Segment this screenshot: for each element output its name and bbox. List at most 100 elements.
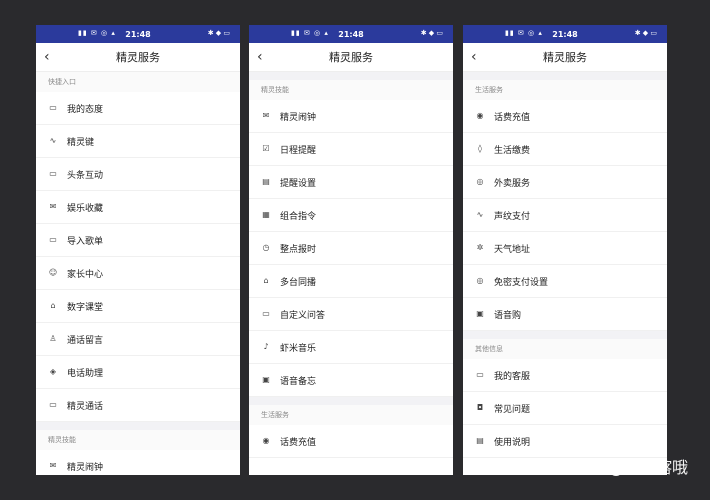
status-icons-left: ▮▮ ✉ ◎ ▴ [505,29,543,37]
status-time: 21:48 [338,29,364,39]
list-item-combined-commands[interactable]: ▦ 组合指令 [249,199,453,232]
status-bar: ▮▮ ✉ ◎ ▴ 21:48 ✱ ◆ ▭ [463,25,667,43]
item-label: 话费充值 [494,112,531,123]
section-divider [249,397,453,405]
list-item-headline-interaction[interactable]: ▭ 头条互动 [36,158,240,191]
mail-icon: ✉ [262,111,270,120]
list-item-import-playlist[interactable]: ▭ 导入歌单 [36,224,240,257]
item-label: 日程提醒 [280,145,317,156]
cart-icon: ▣ [476,309,484,318]
item-label: 声纹支付 [494,211,531,222]
item-label: 电话助理 [67,368,104,379]
list-item-phone-recharge[interactable]: ◉ 话费充值 [249,425,453,458]
item-label: 我的态度 [67,104,104,115]
list-item-genie-alarm[interactable]: ✉ 精灵闹钟 [36,450,240,475]
video-icon: ▭ [49,400,57,409]
item-label: 精灵通话 [67,401,104,412]
section-label: 快捷入口 [36,72,240,92]
item-label: 使用说明 [494,437,531,448]
list-item-voice-memo[interactable]: ▣ 语音备忘 [249,364,453,397]
chat-icon: ▭ [262,309,270,318]
item-label: 多台同播 [280,277,317,288]
section-label: 精灵技能 [36,430,240,450]
list-item-call-message[interactable]: ♙ 通话留言 [36,323,240,356]
item-label: 自定义问答 [280,310,326,321]
section-label: 生活服务 [463,80,667,100]
status-icons-right: ✱ ◆ ▭ [420,29,443,37]
list-item-parent-center[interactable]: ☺ 家长中心 [36,257,240,290]
wave-icon: ∿ [476,210,484,219]
assistant-icon: ◈ [49,367,57,376]
page-title: 精灵服务 [329,51,373,64]
list-item-genie-call[interactable]: ▭ 精灵通话 [36,389,240,422]
list-item-weather-address[interactable]: ✲ 天气地址 [463,232,667,265]
mail-icon: ✉ [49,202,57,211]
app-header: ‹ 精灵服务 [463,43,667,72]
status-icons-left: ▮▮ ✉ ◎ ▴ [291,29,329,37]
checkbox-icon: ☑ [262,144,270,153]
item-label: 精灵键 [67,137,95,148]
list-item-hourly-chime[interactable]: ◷ 整点报时 [249,232,453,265]
list-item-takeout-service[interactable]: ◎ 外卖服务 [463,166,667,199]
list-item-custom-qa[interactable]: ▭ 自定义问答 [249,298,453,331]
list-item-genie-alarm[interactable]: ✉ 精灵闹钟 [249,100,453,133]
item-label: 家长中心 [67,269,104,280]
app-header: ‹ 精灵服务 [36,43,240,72]
item-label: 我的客服 [494,371,531,382]
status-time: 21:48 [552,29,578,39]
list-item-phone-assistant[interactable]: ◈ 电话助理 [36,356,240,389]
section-divider [463,331,667,339]
list-item-multi-device-play[interactable]: ⌂ 多台同播 [249,265,453,298]
status-icons-right: ✱ ◆ ▭ [207,29,230,37]
item-label: 生活缴费 [494,145,531,156]
app-header: ‹ 精灵服务 [249,43,453,72]
list-item-voice-shopping[interactable]: ▣ 语音购 [463,298,667,331]
location-icon: ◎ [476,177,484,186]
list-item-phone-recharge[interactable]: ◉ 话费充值 [463,100,667,133]
list-item-password-free-payment[interactable]: ◎ 免密支付设置 [463,265,667,298]
list-item-xiami-music[interactable]: ♪ 虾米音乐 [249,331,453,364]
list-item-faq[interactable]: ◘ 常见问题 [463,392,667,425]
list-item-utility-payment[interactable]: ◊ 生活缴费 [463,133,667,166]
clock-icon: ◷ [262,243,270,252]
item-label: 外卖服务 [494,178,531,189]
item-label: 精灵闹钟 [67,462,104,473]
list-item-genie-key[interactable]: ∿ 精灵键 [36,125,240,158]
shield-icon: ◎ [476,276,484,285]
back-arrow-icon[interactable]: ‹ [471,49,477,65]
status-bar: ▮▮ ✉ ◎ ▴ 21:48 ✱ ◆ ▭ [36,25,240,43]
list-item-digital-classroom[interactable]: ⌂ 数字课堂 [36,290,240,323]
back-arrow-icon[interactable]: ‹ [257,49,263,65]
status-icons-right: ✱ ◆ ▭ [634,29,657,37]
section-label: 精灵技能 [249,80,453,100]
status-icons-left: ▮▮ ✉ ◎ ▴ [78,29,116,37]
status-bar: ▮▮ ✉ ◎ ▴ 21:48 ✱ ◆ ▭ [249,25,453,43]
section-divider [463,72,667,80]
item-label: 通话留言 [67,335,104,346]
list-item-my-service[interactable]: ▭ 我的客服 [463,359,667,392]
person-icon: ♙ [49,334,57,343]
page-title: 精灵服务 [543,51,587,64]
list-item-voiceprint-payment[interactable]: ∿ 声纹支付 [463,199,667,232]
question-icon: ◘ [476,403,484,412]
list-item-my-attitude[interactable]: ▭ 我的态度 [36,92,240,125]
item-label: 话费充值 [280,437,317,448]
list-item-schedule-reminder[interactable]: ☑ 日程提醒 [249,133,453,166]
sun-icon: ✲ [476,243,484,252]
item-label: 导入歌单 [67,236,104,247]
item-label: 免密支付设置 [494,277,549,288]
feedback-icon: ▭ [49,103,57,112]
item-label: 提醒设置 [280,178,317,189]
list-item-reminder-settings[interactable]: ▤ 提醒设置 [249,166,453,199]
section-divider [249,72,453,80]
import-icon: ▭ [49,235,57,244]
memo-icon: ▣ [262,375,270,384]
section-label: 其他信息 [463,339,667,359]
page-title: 精灵服务 [116,51,160,64]
home-icon: ⌂ [263,276,269,285]
section-divider [36,422,240,430]
phone-screen-1: ▮▮ ✉ ◎ ▴ 21:48 ✱ ◆ ▭ ‹ 精灵服务 快捷入口 ▭ 我的态度 ∿… [36,25,240,475]
list-item-entertainment-collection[interactable]: ✉ 娱乐收藏 [36,191,240,224]
back-arrow-icon[interactable]: ‹ [44,49,50,65]
phone-screen-3: ▮▮ ✉ ◎ ▴ 21:48 ✱ ◆ ▭ ‹ 精灵服务 生活服务 ◉ 话费充值 ◊… [463,25,667,475]
